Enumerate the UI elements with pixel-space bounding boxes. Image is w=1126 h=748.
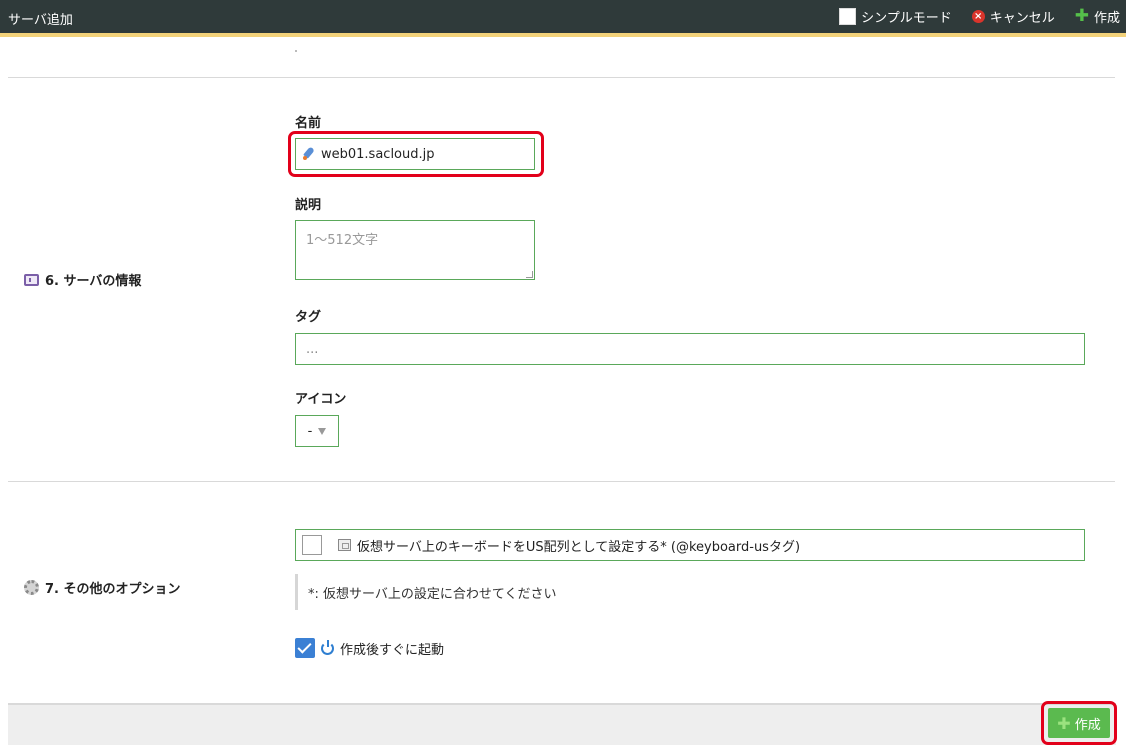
footer-create-label: 作成 [1074,717,1101,733]
header-actions: シンプルモード × キャンセル ✚ 作成 [839,7,1120,26]
header-create-label: 作成 [1093,11,1120,26]
section-other-options-label: 7. その他のオプション [45,582,181,597]
plus-icon: ✚ [1057,713,1071,733]
description-placeholder: 1～512文字 [306,233,379,248]
keyboard-us-label: 仮想サーバ上のキーボードをUS配列として設定する* (@keyboard-usタ… [357,539,801,555]
boot-after-create-label: 作成後すぐに起動 [340,642,445,658]
section-divider-top [8,77,1115,78]
cancel-button[interactable]: × キャンセル [971,7,1055,26]
description-label: 説明 [295,198,322,213]
checkbox-icon[interactable] [839,8,857,25]
tag-input-value: ... [306,341,319,357]
resize-grip-icon[interactable] [526,271,533,278]
name-label: 名前 [295,116,322,131]
tag-label: タグ [295,310,322,325]
keyboard-us-option[interactable]: 仮想サーバ上のキーボードをUS配列として設定する* (@keyboard-usタ… [295,529,1085,561]
name-input-value: web01.sacloud.jp [321,146,435,162]
footer-bar [8,703,1116,745]
section-divider-middle [8,481,1115,482]
keyboard-note-text: *: 仮想サーバ上の設定に合わせてください [308,586,557,602]
rocket-icon [302,147,316,161]
name-input[interactable]: web01.sacloud.jp [295,138,535,170]
simple-mode-label: シンプルモード [861,11,952,26]
header-create-button[interactable]: ✚ 作成 [1074,6,1120,27]
keyboard-note: *: 仮想サーバ上の設定に合わせてください [295,574,1085,610]
footer-create-button[interactable]: ✚ 作成 [1048,708,1110,738]
section-server-info-label: 6. サーバの情報 [45,274,142,289]
page-title: サーバ追加 [8,13,73,28]
close-icon: × [971,10,985,23]
section-server-info: 6. サーバの情報 [24,270,141,289]
boot-after-create-checkbox[interactable] [295,638,315,658]
simple-mode-toggle[interactable]: シンプルモード [839,7,952,26]
plus-icon: ✚ [1074,6,1089,26]
icon-label: アイコン [295,392,347,407]
description-textarea[interactable]: 1～512文字 [295,220,535,280]
info-card-icon [24,273,39,286]
keyboard-icon [338,539,351,551]
chevron-down-icon [318,427,327,435]
tag-input[interactable]: ... [295,333,1085,365]
top-header-bar: サーバ追加 シンプルモード × キャンセル ✚ 作成 [0,0,1126,37]
icon-select-value: - [307,423,313,439]
gear-icon [24,580,39,595]
icon-select[interactable]: - [295,415,339,447]
power-icon [321,639,334,655]
keyboard-us-checkbox[interactable] [302,535,322,555]
cancel-label: キャンセル [989,11,1055,26]
separator-dot [295,50,297,52]
section-other-options: 7. その他のオプション [24,578,181,597]
boot-after-create-option[interactable]: 作成後すぐに起動 [295,638,444,658]
